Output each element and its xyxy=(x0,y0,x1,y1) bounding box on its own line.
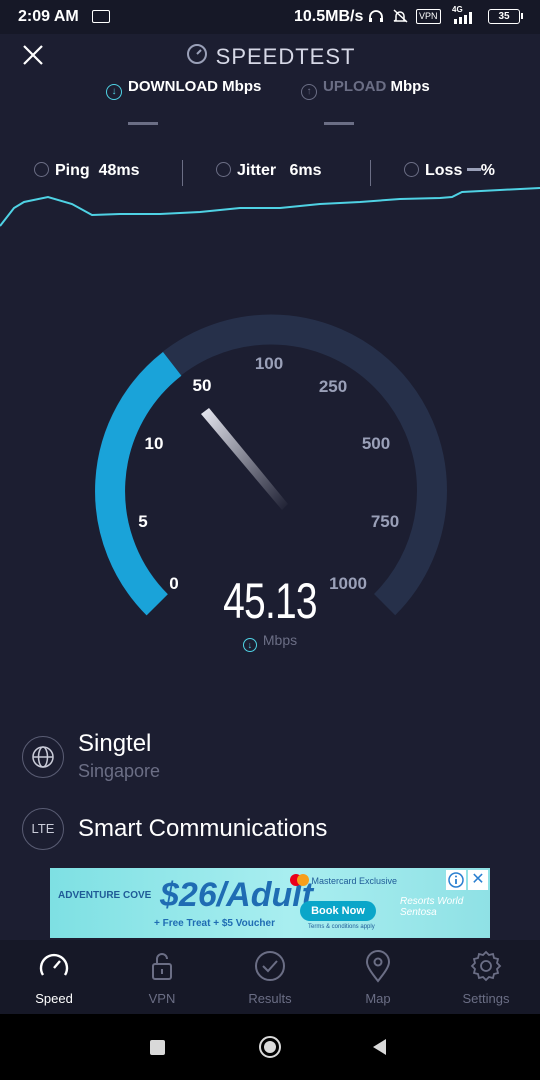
ad-banner[interactable]: ADVENTURE COVE $26/Adult + Free Treat + … xyxy=(50,868,490,938)
jitter-stat: Jitter 6ms xyxy=(216,162,322,180)
upload-value-placeholder xyxy=(324,122,354,125)
ad-close-icon[interactable]: ✕ xyxy=(468,870,488,890)
ping-stat: Ping 48ms xyxy=(34,162,139,180)
status-bar: 2:09 AM 10.5MB/s VPN 4G 35 xyxy=(0,0,540,34)
tab-label: Results xyxy=(248,991,292,1006)
ping-icon xyxy=(34,162,49,177)
home-icon xyxy=(264,1041,276,1053)
ad-brand-2: Resorts World Sentosa xyxy=(400,896,464,918)
upload-tab[interactable]: ↑ UPLOAD Mbps xyxy=(301,78,430,100)
speedometer-icon xyxy=(185,42,209,72)
ad-partner-text: Mastercard Exclusive xyxy=(311,876,398,886)
download-unit: Mbps xyxy=(222,78,262,95)
ad-partner: Mastercard Exclusive xyxy=(290,874,397,886)
loss-icon xyxy=(404,162,419,177)
upload-label: UPLOAD xyxy=(323,78,387,95)
gear-icon xyxy=(470,950,502,982)
system-nav-bar xyxy=(0,1014,540,1080)
speed-unit: ↓ Mbps xyxy=(220,632,320,652)
download-value-placeholder xyxy=(128,122,158,125)
gauge-tick-label: 0 xyxy=(169,574,179,593)
globe-icon xyxy=(22,736,64,778)
ad-info-icon[interactable] xyxy=(446,870,466,890)
battery-level: 35 xyxy=(488,9,520,24)
gauge-tick-label: 10 xyxy=(144,434,164,453)
jitter-label: Jitter xyxy=(237,162,277,179)
mute-icon xyxy=(393,9,408,23)
gauge-tick-label: 750 xyxy=(370,512,400,531)
download-tab[interactable]: ↓ DOWNLOAD Mbps xyxy=(106,78,261,100)
app-title: SPEEDTEST xyxy=(215,44,356,69)
check-icon xyxy=(255,951,285,981)
lte-icon: LTE xyxy=(22,808,64,850)
ping-label: Ping xyxy=(55,162,90,179)
download-icon: ↓ xyxy=(106,84,122,100)
gauge-tick-label: 100 xyxy=(254,354,284,373)
ad-subtext: + Free Treat + $5 Voucher xyxy=(154,918,275,929)
loss-dash xyxy=(466,168,481,171)
tab-label: VPN xyxy=(148,991,176,1006)
tab-results[interactable]: Results xyxy=(216,940,324,1014)
bottom-nav: Speed VPN Results Map Settings xyxy=(0,940,540,1014)
gauge-tick-label: 1000 xyxy=(329,574,367,593)
tab-speed[interactable]: Speed xyxy=(0,940,108,1014)
upload-icon: ↑ xyxy=(301,84,317,100)
speed-unit-label: Mbps xyxy=(262,632,298,648)
speed-graph xyxy=(0,187,540,227)
speed-reading: 45.13 xyxy=(223,573,317,629)
vpn-badge: VPN xyxy=(416,9,441,24)
ad-terms: Terms & conditions apply xyxy=(308,924,375,930)
battery-icon xyxy=(521,13,523,19)
tab-settings[interactable]: Settings xyxy=(432,940,540,1014)
download-label: DOWNLOAD xyxy=(128,78,218,95)
jitter-icon xyxy=(216,162,231,177)
gauge-tick-label: 5 xyxy=(138,512,148,531)
status-time: 2:09 AM xyxy=(18,8,79,25)
loss-stat: Loss % xyxy=(404,162,495,180)
gauge-tick-label: 500 xyxy=(361,434,391,453)
upload-unit: Mbps xyxy=(390,78,430,95)
map-pin-icon xyxy=(365,950,391,983)
gauge-fill xyxy=(95,352,182,616)
gauge-tick-label: 50 xyxy=(192,376,212,395)
tab-label: Speed xyxy=(35,991,73,1006)
provider-location: Singapore xyxy=(78,761,161,781)
speed-icon xyxy=(39,953,69,976)
loss-label: Loss xyxy=(425,162,463,179)
network-speed: 10.5MB/s xyxy=(294,8,364,25)
tab-label: Settings xyxy=(462,991,510,1006)
mastercard-logo xyxy=(297,874,309,886)
back-button[interactable] xyxy=(370,1037,390,1057)
speed-graph-line xyxy=(0,187,540,227)
ping-value: 48ms xyxy=(98,162,140,179)
tab-map[interactable]: Map xyxy=(324,940,432,1014)
gauge-tick-label: 250 xyxy=(318,377,348,396)
gauge-needle xyxy=(201,408,288,510)
app-title-bar: SPEEDTEST xyxy=(0,42,540,72)
keyboard-icon xyxy=(92,10,110,23)
ad-brand: ADVENTURE COVE xyxy=(58,890,152,901)
tab-vpn[interactable]: VPN xyxy=(108,940,216,1014)
ad-book-now-button[interactable]: Book Now xyxy=(300,901,376,921)
loss-value: % xyxy=(480,162,496,179)
lock-icon xyxy=(152,953,172,980)
home-button[interactable] xyxy=(259,1036,281,1058)
tab-label: Map xyxy=(365,991,391,1006)
download-icon: ↓ xyxy=(242,638,257,652)
signal-icon xyxy=(454,12,472,24)
server-name[interactable]: Smart Communications xyxy=(78,815,327,843)
headset-icon xyxy=(369,10,383,22)
recents-button[interactable] xyxy=(150,1040,165,1055)
jitter-value: 6ms xyxy=(289,162,322,179)
provider-name: Singtel xyxy=(78,730,152,757)
